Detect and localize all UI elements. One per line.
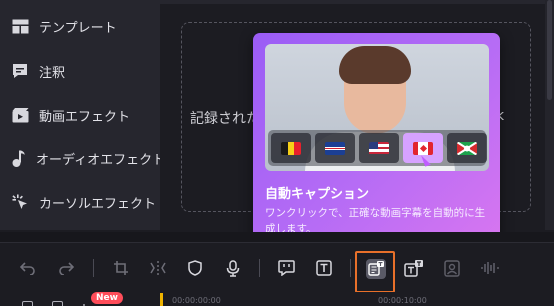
audio-wave-icon <box>481 262 499 274</box>
sidebar-item-video-effect[interactable]: 動画エフェクト <box>0 95 160 135</box>
feature-preview-image <box>265 44 489 171</box>
comment-button[interactable] <box>275 257 297 279</box>
text-to-speech-button[interactable] <box>403 257 425 279</box>
cursor-effect-icon <box>11 193 29 211</box>
vertical-scrollbar[interactable] <box>545 0 554 230</box>
cape-verde-flag-icon <box>325 141 345 155</box>
timeline-header: New 00:00:00:00 00:00:10:00 <box>0 292 554 306</box>
sidebar: テンプレート 注釈 動画エフェクト オーディオエフェクト カーソルエフェクト <box>0 0 165 230</box>
microphone-icon <box>226 259 240 277</box>
sidebar-item-cursor-effect[interactable]: カーソルエフェクト <box>0 182 160 222</box>
shield-button[interactable] <box>184 257 206 279</box>
track-add-icon[interactable] <box>78 298 90 306</box>
comment-icon <box>277 260 295 276</box>
annotation-icon <box>11 62 29 80</box>
face-button[interactable] <box>441 257 463 279</box>
video-effect-icon <box>11 106 29 124</box>
track-checkbox[interactable] <box>52 301 63 306</box>
toolbar-separator <box>93 259 94 277</box>
sidebar-item-label: カーソルエフェクト <box>39 196 157 212</box>
flag-burundi <box>447 133 487 163</box>
timeline-time-label: 00:00:10:00 <box>378 296 427 305</box>
playhead-marker[interactable] <box>160 293 163 306</box>
scrollbar-thumb[interactable] <box>547 0 552 100</box>
sidebar-item-annotation[interactable]: 注釈 <box>0 51 160 91</box>
timeline-time-label: 00:00:00:00 <box>172 296 221 305</box>
sidebar-item-template[interactable]: テンプレート <box>0 6 160 46</box>
belgium-flag-icon <box>281 141 301 155</box>
text-button[interactable] <box>313 257 335 279</box>
template-icon <box>11 17 29 35</box>
top-edge <box>160 0 554 4</box>
auto-caption-tooltip: 自動キャプション ワンクリックで、正確な動画字幕を自動的に生成します。 <box>253 33 500 247</box>
sidebar-item-label: オーディオエフェクト <box>36 152 166 168</box>
audio-wave-button[interactable] <box>479 257 501 279</box>
face-icon <box>444 259 460 277</box>
new-badge: New <box>91 292 123 304</box>
crop-button[interactable] <box>110 257 132 279</box>
redo-icon <box>59 262 74 275</box>
audio-effect-icon <box>11 149 26 167</box>
usa-flag-icon <box>369 141 389 155</box>
shield-icon <box>188 260 202 276</box>
panel-divider[interactable] <box>0 232 554 242</box>
undo-button[interactable] <box>17 257 39 279</box>
toolbar-separator <box>259 259 260 277</box>
auto-caption-icon <box>366 259 386 279</box>
undo-icon <box>20 262 35 275</box>
flag-belgium <box>271 133 311 163</box>
burundi-flag-icon <box>457 141 477 155</box>
sidebar-item-label: 動画エフェクト <box>39 109 131 125</box>
sidebar-item-audio-effect[interactable]: オーディオエフェクト <box>0 138 165 178</box>
drop-zone-text: 記録された <box>190 111 260 127</box>
editing-toolbar <box>0 242 554 292</box>
canada-flag-icon <box>413 141 433 155</box>
text-icon <box>316 260 332 276</box>
tooltip-title: 自動キャプション <box>265 187 370 202</box>
toolbar-separator <box>350 259 351 277</box>
text-to-speech-icon <box>404 260 423 277</box>
sidebar-item-label: テンプレート <box>39 20 117 36</box>
track-checkbox[interactable] <box>22 301 33 306</box>
split-icon <box>150 261 166 275</box>
flag-cape-verde <box>315 133 355 163</box>
split-button[interactable] <box>147 257 169 279</box>
flag-usa <box>359 133 399 163</box>
sidebar-item-label: 注釈 <box>39 65 66 81</box>
crop-icon <box>114 261 128 275</box>
microphone-button[interactable] <box>222 257 244 279</box>
redo-button[interactable] <box>55 257 77 279</box>
person-hair <box>339 46 411 84</box>
